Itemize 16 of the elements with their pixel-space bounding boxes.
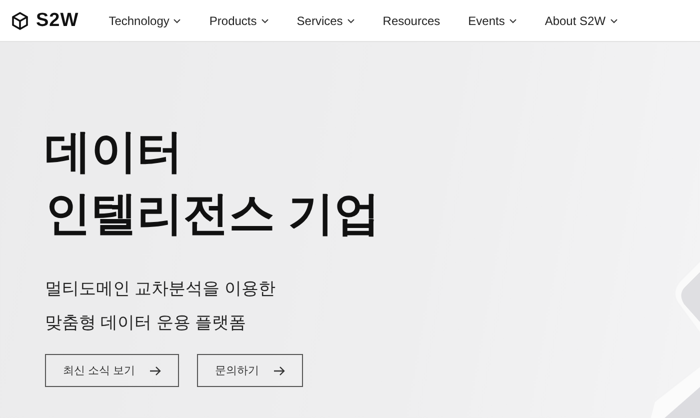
arrow-right-icon xyxy=(149,366,162,376)
arrow-right-icon xyxy=(273,366,286,376)
nav-item[interactable]: Services xyxy=(296,14,370,28)
nav-item[interactable]: Events xyxy=(468,14,532,28)
nav-item[interactable]: About S2W xyxy=(544,14,633,28)
logo-cube-icon xyxy=(10,10,30,30)
logo-text[interactable]: S2W xyxy=(36,10,79,32)
headline-line: 인텔리전스 기업 xyxy=(45,186,381,241)
cta-button[interactable]: 문의하기 xyxy=(197,354,304,387)
cta-button[interactable]: 최신 소식 보기 xyxy=(45,354,180,387)
subtitle-line: 멀티도메인 교차분석을 이용한 xyxy=(45,278,276,300)
headline-line: 데이터 xyxy=(45,124,184,179)
subtitle-line: 맞춤형 데이터 운용 플랫폼 xyxy=(45,312,248,334)
nav-item[interactable]: Resources xyxy=(382,14,456,28)
nav-item[interactable]: Technology xyxy=(108,14,196,28)
nav-item[interactable]: Products xyxy=(209,14,284,28)
